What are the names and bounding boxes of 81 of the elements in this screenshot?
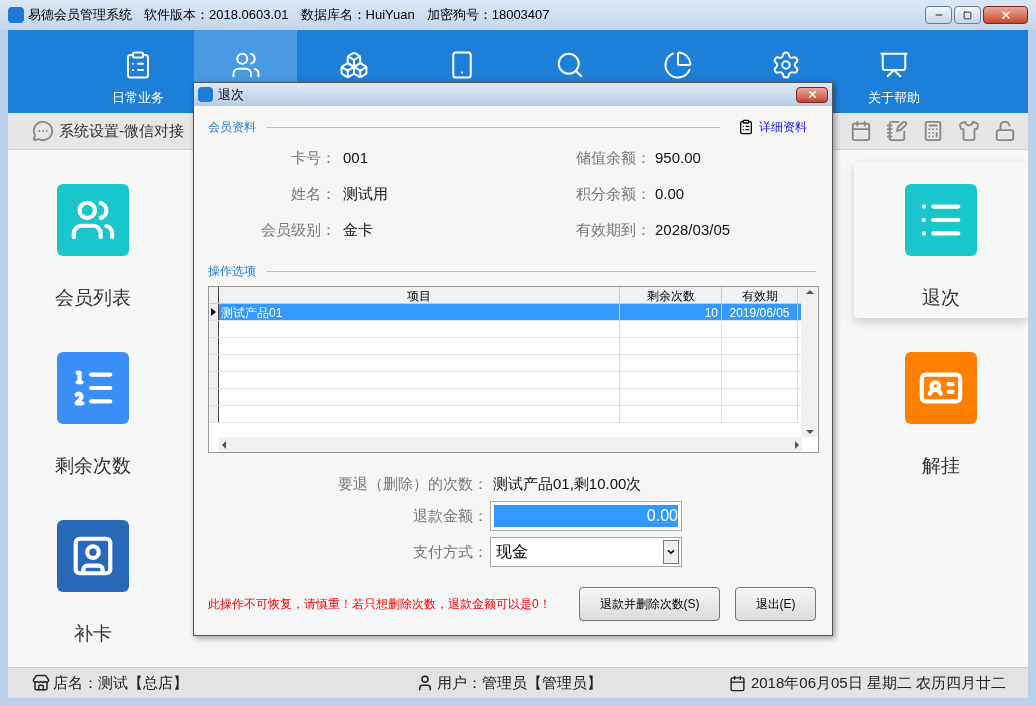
calendar-icon — [728, 674, 746, 692]
dongle-text: 加密狗号：18003407 — [426, 6, 550, 25]
horizontal-scrollbar[interactable] — [219, 437, 802, 452]
tile-label: 解挂 — [922, 454, 960, 478]
field-label: 积分余额： — [575, 183, 651, 204]
row-pointer-icon — [211, 308, 216, 316]
column-header[interactable]: 项目 — [219, 287, 620, 303]
detail-link[interactable]: 详细资料 — [759, 118, 807, 136]
id-card-icon — [905, 352, 977, 424]
table-cell: 10 — [620, 304, 722, 320]
field-label: 卡号： — [290, 147, 336, 168]
field-label: 有效期到： — [575, 219, 651, 240]
table-cell: 2019/06/05 — [722, 304, 798, 320]
column-header[interactable]: 有效期 — [722, 287, 798, 303]
field-label: 要退（删除）的次数： — [337, 473, 488, 494]
user-card-icon — [57, 520, 129, 592]
vertical-scrollbar[interactable] — [801, 287, 818, 437]
tile[interactable]: 补卡 — [8, 498, 180, 654]
tile[interactable]: 解挂 — [854, 330, 1028, 486]
group-icon — [57, 184, 129, 256]
section-title: 会员资料 — [208, 119, 256, 136]
window-title: 易德会员管理系统 — [28, 6, 132, 25]
field-label: 姓名： — [290, 183, 336, 204]
cubes-icon — [338, 50, 369, 80]
nav-item[interactable]: 关于帮助 — [842, 30, 945, 113]
tile[interactable]: 剩余次数 — [8, 330, 180, 486]
field-label: 储值余额： — [575, 147, 651, 168]
notepad-icon[interactable] — [886, 120, 908, 142]
chat-icon — [32, 120, 54, 142]
close-button[interactable] — [796, 86, 828, 103]
shirt-icon[interactable] — [958, 120, 980, 142]
tile-card[interactable]: 退次 — [854, 162, 1028, 318]
field-value: 2028/03/05 — [655, 219, 731, 240]
dialog-title: 退次 — [218, 85, 244, 104]
app-logo-icon — [8, 7, 24, 23]
user-name: 用户：管理员【管理员】 — [437, 672, 602, 693]
pie-chart-icon — [662, 50, 693, 80]
tile-label: 会员列表 — [55, 286, 131, 310]
date-text: 2018年06月05日 星期二 农历四月廿二 — [750, 672, 1006, 693]
tile-label: 剩余次数 — [55, 454, 131, 478]
list-icon — [905, 184, 977, 256]
tile-label: 退次 — [922, 286, 960, 310]
presentation-icon — [878, 50, 909, 80]
minimize-button[interactable] — [925, 6, 952, 24]
store-icon — [32, 674, 50, 692]
calendar-icon[interactable] — [850, 120, 872, 142]
user-icon — [416, 674, 434, 692]
clipboard-icon — [738, 119, 754, 135]
field-value: 950.00 — [655, 147, 701, 168]
close-icon — [999, 9, 1012, 21]
field-label: 退款金额： — [412, 505, 488, 526]
users-icon — [230, 50, 261, 80]
calculator-icon[interactable] — [922, 120, 944, 142]
field-label: 支付方式： — [412, 541, 488, 562]
field-value: 测试用 — [343, 183, 389, 204]
tile[interactable]: 会员列表 — [8, 162, 180, 318]
refund-button[interactable]: 退款并删除次数(S) — [579, 587, 720, 621]
breadcrumb: 系统设置-微信对接 — [59, 120, 184, 141]
version-text: 软件版本：2018.0603.01 — [144, 6, 289, 25]
field-label: 会员级别： — [260, 219, 336, 240]
field-value: 测试产品01,剩10.00次 — [493, 473, 642, 494]
maximize-icon — [963, 10, 972, 20]
nav-item[interactable]: 日常业务 — [86, 30, 189, 113]
column-header[interactable]: 剩余次数 — [620, 287, 722, 303]
tile-label: 补卡 — [74, 622, 112, 646]
field-value: 0.00 — [655, 183, 685, 204]
close-button[interactable] — [983, 6, 1028, 24]
numbered-list-icon — [57, 352, 129, 424]
payment-dropdown[interactable]: 现金 — [490, 537, 682, 567]
exit-button[interactable]: 退出(E) — [735, 587, 816, 621]
app-logo-icon — [198, 87, 213, 102]
database-text: 数据库名：HuiYuan — [300, 6, 415, 25]
field-value: 金卡 — [343, 219, 374, 240]
section-title: 操作选项 — [208, 263, 256, 280]
store-name: 店名：测试【总店】 — [53, 672, 188, 693]
table-cell: 测试产品01 — [219, 304, 620, 320]
close-icon — [806, 89, 818, 100]
maximize-button[interactable] — [954, 6, 981, 24]
field-value: 001 — [343, 147, 370, 168]
lock-icon[interactable] — [994, 120, 1016, 142]
warning-text: 此操作不可恢复，请慎重！若只想删除次数，退款金额可以是0！ — [208, 596, 551, 613]
